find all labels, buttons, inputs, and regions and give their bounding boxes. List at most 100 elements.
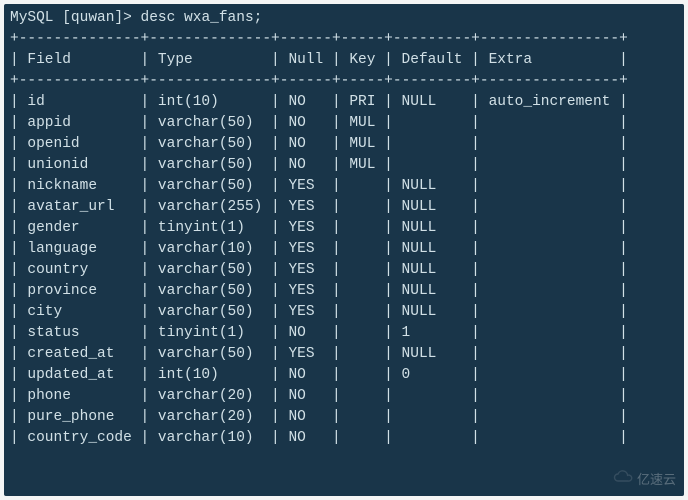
divider-header: +--------------+--------------+------+--… <box>10 71 678 92</box>
cell-null: YES <box>288 197 332 218</box>
table-row: | gender| tinyint(1)| YES| | NULL| | <box>10 218 678 239</box>
cell-field: appid <box>27 113 140 134</box>
cell-key <box>349 344 384 365</box>
cell-extra <box>489 260 620 281</box>
cell-key <box>349 260 384 281</box>
cell-extra <box>489 197 620 218</box>
cell-default: NULL <box>402 260 472 281</box>
table-row: | phone| varchar(20)| NO| | | | <box>10 386 678 407</box>
table-row: | openid| varchar(50)| NO| MUL| | | <box>10 134 678 155</box>
cell-extra <box>489 218 620 239</box>
cell-null: YES <box>288 176 332 197</box>
watermark-text: 亿速云 <box>637 471 676 490</box>
cell-type: tinyint(1) <box>158 218 271 239</box>
cell-key <box>349 407 384 428</box>
cell-key <box>349 281 384 302</box>
cell-type: varchar(50) <box>158 260 271 281</box>
cell-key: MUL <box>349 155 384 176</box>
cell-extra <box>489 113 620 134</box>
cell-default <box>402 155 472 176</box>
cell-default: 1 <box>402 323 472 344</box>
cell-default: NULL <box>402 344 472 365</box>
cell-key <box>349 176 384 197</box>
mysql-terminal: MySQL [quwan]> desc wxa_fans; +---------… <box>4 4 684 496</box>
table-row: | avatar_url| varchar(255)| YES| | NULL|… <box>10 197 678 218</box>
cell-default <box>402 134 472 155</box>
table-row: | id| int(10)| NO| PRI| NULL| auto_incre… <box>10 92 678 113</box>
cell-extra <box>489 155 620 176</box>
table-row: | unionid| varchar(50)| NO| MUL| | | <box>10 155 678 176</box>
cell-type: varchar(50) <box>158 344 271 365</box>
cell-type: tinyint(1) <box>158 323 271 344</box>
cell-extra <box>489 428 620 449</box>
cell-default: NULL <box>402 218 472 239</box>
cell-default: NULL <box>402 197 472 218</box>
cell-type: varchar(20) <box>158 407 271 428</box>
cell-type: varchar(50) <box>158 281 271 302</box>
prompt-prefix: MySQL [quwan]> <box>10 10 141 26</box>
cell-field: updated_at <box>27 365 140 386</box>
cell-field: country_code <box>27 428 140 449</box>
table-row: | country| varchar(50)| YES| | NULL| | <box>10 260 678 281</box>
cell-field: nickname <box>27 176 140 197</box>
cell-null: YES <box>288 260 332 281</box>
cell-extra <box>489 323 620 344</box>
cell-field: openid <box>27 134 140 155</box>
cell-type: varchar(50) <box>158 302 271 323</box>
cell-field: phone <box>27 386 140 407</box>
table-row: | city| varchar(50)| YES| | NULL| | <box>10 302 678 323</box>
cell-extra <box>489 239 620 260</box>
cell-default <box>402 407 472 428</box>
cell-key <box>349 218 384 239</box>
table-row: | created_at| varchar(50)| YES| | NULL| … <box>10 344 678 365</box>
cell-field: language <box>27 239 140 260</box>
header-default: Default <box>402 50 472 71</box>
watermark: 亿速云 <box>613 470 676 490</box>
header-key: Key <box>349 50 384 71</box>
table-row: | nickname| varchar(50)| YES| | NULL| | <box>10 176 678 197</box>
table-row: | status| tinyint(1)| NO| | 1| | <box>10 323 678 344</box>
header-type: Type <box>158 50 271 71</box>
table-row: | language| varchar(10)| YES| | NULL| | <box>10 239 678 260</box>
cell-default <box>402 113 472 134</box>
cell-extra <box>489 302 620 323</box>
cell-type: varchar(10) <box>158 239 271 260</box>
cell-null: NO <box>288 323 332 344</box>
cell-extra <box>489 365 620 386</box>
header-field: Field <box>27 50 140 71</box>
cell-key <box>349 239 384 260</box>
cell-field: country <box>27 260 140 281</box>
cell-default: NULL <box>402 92 472 113</box>
cell-field: created_at <box>27 344 140 365</box>
cell-extra <box>489 134 620 155</box>
cell-null: NO <box>288 92 332 113</box>
cloud-icon <box>613 470 633 490</box>
cell-null: YES <box>288 239 332 260</box>
cell-default: 0 <box>402 365 472 386</box>
cell-null: NO <box>288 428 332 449</box>
table-row: | country_code| varchar(10)| NO| | | | <box>10 428 678 449</box>
cell-null: YES <box>288 218 332 239</box>
header-extra: Extra <box>489 50 620 71</box>
cell-null: YES <box>288 281 332 302</box>
cell-type: int(10) <box>158 92 271 113</box>
cell-default: NULL <box>402 176 472 197</box>
cell-field: status <box>27 323 140 344</box>
header-row: | Field| Type| Null| Key| Default| Extra… <box>10 50 678 71</box>
cell-extra <box>489 176 620 197</box>
prompt-line: MySQL [quwan]> desc wxa_fans; <box>10 8 678 29</box>
cell-null: NO <box>288 386 332 407</box>
cell-null: NO <box>288 155 332 176</box>
cell-type: varchar(10) <box>158 428 271 449</box>
cell-field: pure_phone <box>27 407 140 428</box>
table-row: | pure_phone| varchar(20)| NO| | | | <box>10 407 678 428</box>
cell-field: unionid <box>27 155 140 176</box>
table-row: | province| varchar(50)| YES| | NULL| | <box>10 281 678 302</box>
cell-field: gender <box>27 218 140 239</box>
cell-key <box>349 386 384 407</box>
cell-type: varchar(50) <box>158 134 271 155</box>
cell-default: NULL <box>402 302 472 323</box>
cell-default <box>402 386 472 407</box>
cell-extra <box>489 407 620 428</box>
cell-type: int(10) <box>158 365 271 386</box>
